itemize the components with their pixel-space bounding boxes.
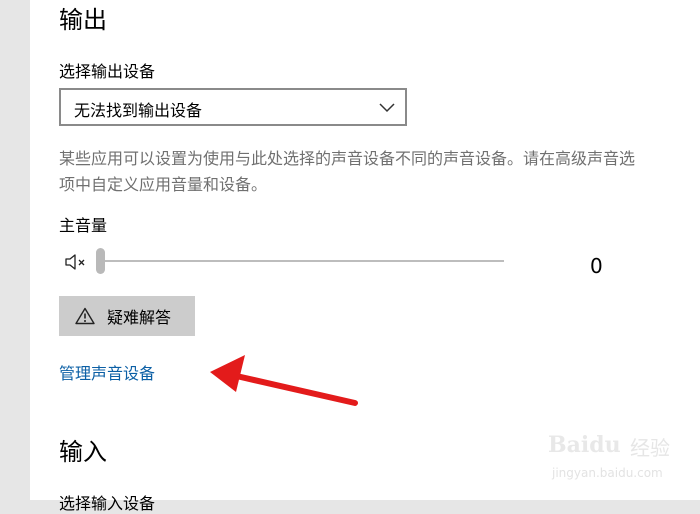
master-volume-thumb[interactable] [96,248,105,274]
watermark-cn: 经验 [630,436,670,460]
output-device-label: 选择输出设备 [59,62,156,81]
warning-icon [75,307,95,325]
manage-sound-devices-link[interactable]: 管理声音设备 [59,360,155,384]
watermark-logo: Baidu [548,432,621,458]
chevron-down-icon [379,103,395,113]
output-device-dropdown[interactable]: 无法找到输出设备 [59,88,407,126]
baidu-jingyan-watermark: Baidu 经验 jingyan.baidu.com [548,432,688,492]
output-device-value: 无法找到输出设备 [74,101,203,120]
master-volume-label: 主音量 [59,216,108,235]
troubleshoot-button[interactable]: 疑难解答 [59,296,195,336]
output-section-title: 输出 [59,6,107,34]
master-volume-track[interactable] [100,260,504,262]
input-device-label: 选择输入设备 [59,494,156,513]
sound-settings-panel: 输出 选择输出设备 无法找到输出设备 某些应用可以设置为使用与此处选择的声音设备… [30,0,700,513]
troubleshoot-label: 疑难解答 [107,308,172,327]
watermark-url: jingyan.baidu.com [552,466,663,480]
output-description: 某些应用可以设置为使用与此处选择的声音设备不同的声音设备。请在高级声音选项中自定… [59,149,636,194]
master-volume-value: 0 [590,254,603,278]
speaker-muted-icon[interactable] [64,252,90,272]
red-annotation-arrow [210,355,358,406]
input-section-title: 输入 [59,438,107,466]
